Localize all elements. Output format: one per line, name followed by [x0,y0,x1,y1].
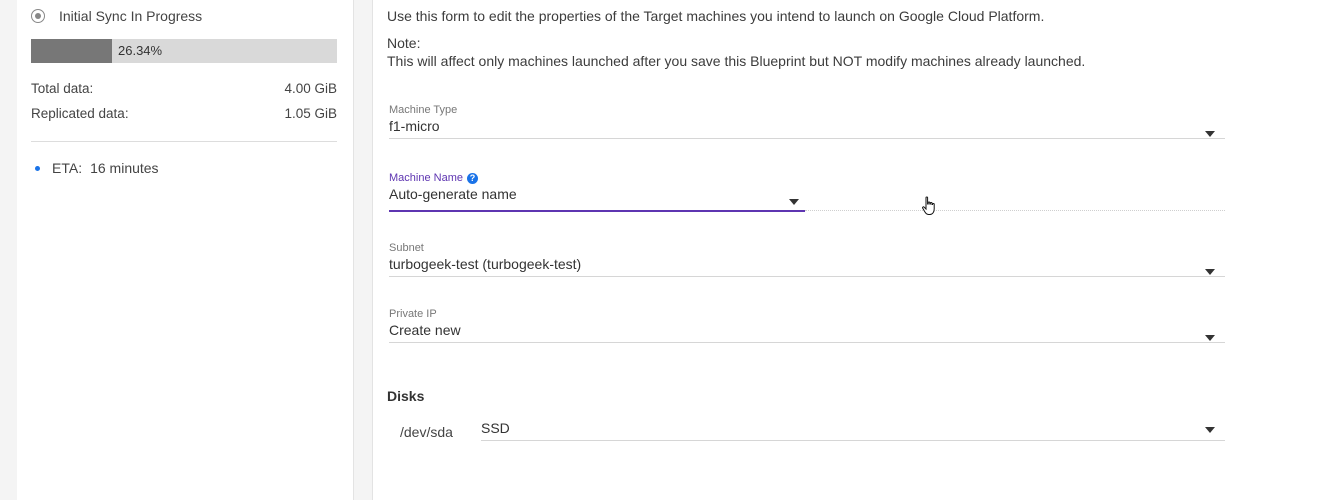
disk-type-select[interactable]: SSD [481,420,1225,441]
field-underline [389,276,1225,277]
sync-status-text: Initial Sync In Progress [59,8,203,24]
disk-device-name: /dev/sda [400,424,453,440]
total-data-row: Total data: 4.00 GiB [31,81,337,96]
eta-row: ETA: 16 minutes [35,160,159,176]
hand-cursor-icon [922,196,935,215]
sync-progress-icon [31,9,45,23]
machine-type-label: Machine Type [389,104,458,116]
disk-type-value: SSD [481,420,510,436]
dotted-underline [805,210,1225,211]
sync-progress-fill [31,39,112,63]
replicated-data-value: 1.05 GiB [284,106,337,121]
chevron-down-icon[interactable] [1205,335,1215,341]
eta-value: 16 minutes [90,160,159,176]
replication-status-panel: Initial Sync In Progress 26.34% Total da… [17,0,354,500]
machine-type-select[interactable]: Machine Type f1-micro [389,104,1225,139]
note-title: Note: [387,35,421,51]
bullet-icon [35,165,40,171]
machine-type-value: f1-micro [389,118,440,134]
sync-progress-bar: 26.34% [31,39,337,63]
chevron-down-icon[interactable] [1205,427,1215,433]
field-underline [389,342,1225,343]
panel-gap [354,0,373,500]
private-ip-label: Private IP [389,308,437,320]
subnet-label: Subnet [389,242,424,254]
machine-name-label: Machine Name [389,172,463,184]
sync-status: Initial Sync In Progress [31,8,202,24]
total-data-value: 4.00 GiB [284,81,337,96]
field-underline [389,138,1225,139]
divider [31,141,337,142]
machine-name-select[interactable]: Machine Name ? Auto-generate name [389,172,1225,212]
subnet-select[interactable]: Subnet turbogeek-test (turbogeek-test) [389,242,1225,277]
disks-heading: Disks [387,388,425,404]
form-intro: Use this form to edit the properties of … [387,8,1045,24]
left-gutter [0,0,18,500]
eta-label: ETA: [52,160,83,176]
active-underline [389,210,805,212]
field-underline [481,440,1225,441]
private-ip-value: Create new [389,322,461,338]
blueprint-form: Use this form to edit the properties of … [373,0,1320,500]
machine-name-value: Auto-generate name [389,186,517,202]
total-data-label: Total data: [31,81,94,96]
replicated-data-row: Replicated data: 1.05 GiB [31,106,337,121]
help-icon[interactable]: ? [466,172,478,184]
form-note: Note: This will affect only machines lau… [387,34,1085,70]
chevron-down-icon[interactable] [1205,131,1215,137]
chevron-down-icon[interactable] [789,199,799,205]
machine-name-label-row: Machine Name ? [389,172,1225,184]
replicated-data-label: Replicated data: [31,106,129,121]
chevron-down-icon[interactable] [1205,269,1215,275]
note-text: This will affect only machines launched … [387,53,1086,69]
subnet-value: turbogeek-test (turbogeek-test) [389,256,582,272]
sync-progress-label: 26.34% [118,43,163,58]
private-ip-select[interactable]: Private IP Create new [389,308,1225,343]
